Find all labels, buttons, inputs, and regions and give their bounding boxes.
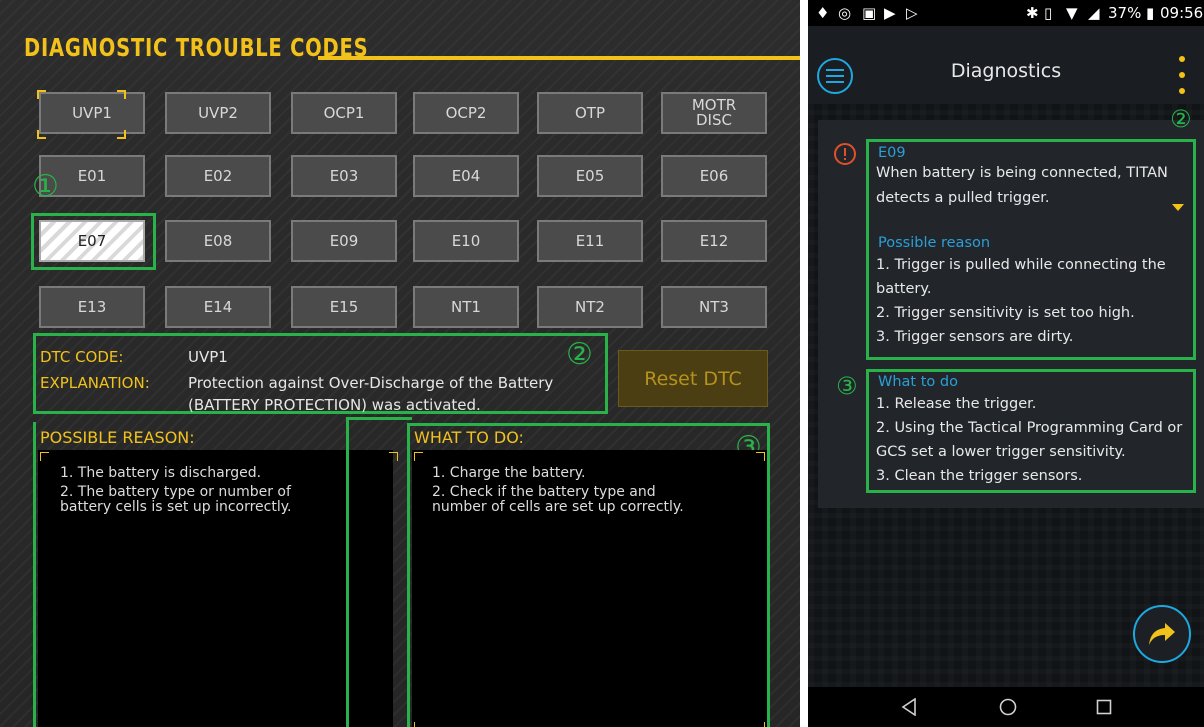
share-fab-button[interactable] [1133,605,1191,663]
code-label: E09 [878,145,906,161]
dtc-button-e03[interactable]: E03 [291,155,397,197]
dtc-button-uvp1[interactable]: UVP1 [39,92,145,134]
battery-icon: ▮ [1146,4,1155,22]
marker-three: ③ [836,372,858,400]
home-icon[interactable] [999,698,1017,716]
dtc-button-e04[interactable]: E04 [413,155,519,197]
expand-icon[interactable] [1172,204,1184,212]
possible-reason-line: 3. Trigger sensors are dirty. [876,329,1074,345]
recents-icon[interactable] [1096,699,1112,715]
marker-two: ② [566,337,593,372]
explanation-label: EXPLANATION: [40,374,150,392]
app-bar: Diagnostics [808,26,1204,104]
dtc-button-e02[interactable]: E02 [165,155,271,197]
dtc-button-motr-disc[interactable]: MOTR DISC [661,92,767,134]
what-to-do-line: 2. Check if the battery type and [432,484,656,500]
wifi-icon: ▼ [1066,4,1078,22]
forward-arrow-icon [1149,623,1175,645]
what-to-do-title: What to do [878,374,958,390]
what-to-do-title: WHAT TO DO: [414,428,524,447]
dtc-button-ocp2[interactable]: OCP2 [413,92,519,134]
selection-corner [37,130,46,139]
dtc-code-value: UVP1 [188,348,228,366]
description-line: detects a pulled trigger. [876,190,1050,206]
phone-screen: ♦ ◎ ▣ ▶ ▷ ✱ ▯ ▼ ◢ 37% ▮ 09:56 Diagnostic… [808,0,1204,727]
possible-reason-title: Possible reason [878,235,991,251]
marker-two: ② [1170,105,1192,133]
selection-corner [117,130,126,139]
title-underline [318,56,800,60]
dtc-button-e06[interactable]: E06 [661,155,767,197]
notification-icon: ♦ [816,4,830,22]
box-corner [756,722,765,727]
overflow-menu-button[interactable] [1176,56,1188,94]
box-corner [414,722,423,727]
dtc-button-otp[interactable]: OTP [537,92,643,134]
kebab-dot [1179,56,1185,62]
dtc-button-nt1[interactable]: NT1 [413,286,519,328]
what-to-do-line: 1. Release the trigger. [876,396,1037,412]
what-to-do-line: 2. Using the Tactical Programming Card o… [876,420,1183,436]
sync-icon: ◎ [838,4,852,22]
dtc-button-nt3[interactable]: NT3 [661,286,767,328]
kebab-dot [1179,88,1185,94]
back-icon[interactable] [901,698,917,716]
dtc-button-e13[interactable]: E13 [39,286,145,328]
dtc-button-nt2[interactable]: NT2 [537,286,643,328]
selection-corner [37,90,46,99]
app-title: Diagnostics [950,60,1062,82]
clock: 09:56 [1160,4,1204,22]
box-corner [756,452,765,461]
selection-corner [117,90,126,99]
dtc-button-e08[interactable]: E08 [165,220,271,262]
dtc-button-e05[interactable]: E05 [537,155,643,197]
what-to-do-line: 3. Clean the trigger sensors. [876,468,1083,484]
dtc-button-e09[interactable]: E09 [291,220,397,262]
store-icon: ▷ [906,4,918,22]
dtc-code-label: DTC CODE: [40,348,124,366]
marker-one: ① [32,169,59,204]
possible-reason-line: 1. Trigger is pulled while connecting th… [876,257,1166,273]
dtc-button-uvp2[interactable]: UVP2 [165,92,271,134]
signal-icon: ◢ [1088,4,1100,22]
dtc-button-e15[interactable]: E15 [291,286,397,328]
highlight-possible-reason-edge [346,417,412,727]
battery-percent: 37% [1108,4,1142,22]
vibrate-icon: ▯ [1044,4,1053,22]
dtc-button-e11[interactable]: E11 [537,220,643,262]
alert-icon [834,143,856,165]
possible-reason-line: 2. Trigger sensitivity is set too high. [876,305,1135,321]
what-to-do-line: number of cells are set up correctly. [432,499,684,515]
panel-title: DIAGNOSTIC TROUBLE CODES [24,33,369,62]
description-line: When battery is being connected, TITAN [876,165,1168,181]
android-nav-bar [808,687,1204,727]
dtc-button-e12[interactable]: E12 [661,220,767,262]
reset-dtc-button[interactable]: Reset DTC [618,350,768,407]
dtc-panel: DIAGNOSTIC TROUBLE CODES UVP1 UVP2 OCP1 OCP… [0,0,800,727]
highlight-selected-code [31,213,156,270]
highlight-possible-reason [33,422,349,727]
bluetooth-icon: ✱ [1026,4,1039,22]
status-bar: ♦ ◎ ▣ ▶ ▷ ✱ ▯ ▼ ◢ 37% ▮ 09:56 [808,0,1204,26]
explanation-line: Protection against Over-Discharge of the… [188,374,554,392]
dtc-button-ocp1[interactable]: OCP1 [291,92,397,134]
dtc-button-e10[interactable]: E10 [413,220,519,262]
possible-reason-line: battery. [876,281,932,297]
dtc-button-e14[interactable]: E14 [165,286,271,328]
what-to-do-line: GCS set a lower trigger sensitivity. [876,444,1126,460]
what-to-do-line: 1. Charge the battery. [432,465,586,481]
kebab-dot [1179,72,1185,78]
image-icon: ▣ [862,4,877,22]
box-corner [414,452,423,461]
explanation-line: (BATTERY PROTECTION) was activated. [188,396,481,414]
play-icon: ▶ [884,4,896,22]
